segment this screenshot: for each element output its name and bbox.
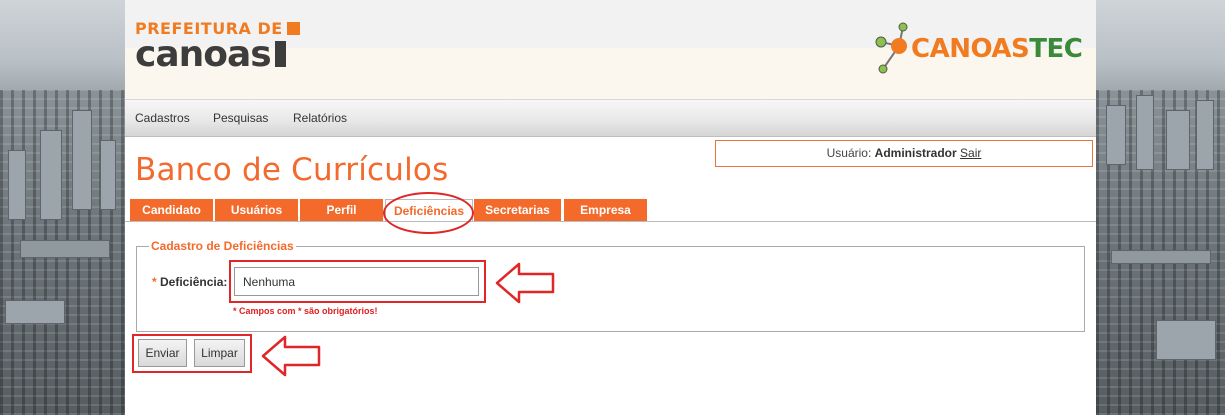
user-name: Administrador [874,146,957,160]
background-city-right [1096,0,1225,415]
background-city-left [0,0,125,415]
deficiency-label: * Deficiência: [152,275,227,289]
prefeitura-canoas-logo: PREFEITURA DE canoas [135,20,300,75]
menu-item-cadastros[interactable]: Cadastros [135,111,190,125]
main-page: PREFEITURA DE canoas CANOASTEC Cadastros… [125,0,1096,415]
logout-link[interactable]: Sair [960,146,981,160]
annotation-box-input [229,260,486,303]
canoastec-text-part1: CANOAS [911,34,1030,64]
required-fields-hint: * Campos com * são obrigatórios! [233,306,378,316]
logo-bottom-text: canoas [135,34,272,75]
tab-empresa[interactable]: Empresa [564,199,648,221]
annotation-oval-tab [383,192,474,234]
tab-candidato[interactable]: Candidato [130,199,214,221]
tab-secretarias[interactable]: Secretarias [474,199,562,221]
user-prefix: Usuário: [826,146,875,160]
deficiency-label-text: Deficiência: [160,275,228,289]
required-mark: * [152,275,157,289]
top-menu: Cadastros Pesquisas Relatórios [125,99,1096,137]
tab-perfil[interactable]: Perfil [300,199,384,221]
tab-divider [125,221,1096,222]
form-legend: Cadastro de Deficiências [151,239,294,253]
annotation-arrow-buttons-icon [261,335,321,377]
annotation-arrow-input-icon [495,262,555,304]
menu-item-pesquisas[interactable]: Pesquisas [213,111,268,125]
tab-usuarios[interactable]: Usuários [215,199,299,221]
page-title: Banco de Currículos [135,152,449,188]
header: PREFEITURA DE canoas CANOASTEC [125,0,1096,100]
annotation-box-buttons [132,334,252,373]
menu-item-relatorios[interactable]: Relatórios [293,111,347,125]
user-info-box: Usuário: Administrador Sair [715,140,1093,167]
canoastec-text-part2: TEC [1029,34,1083,64]
